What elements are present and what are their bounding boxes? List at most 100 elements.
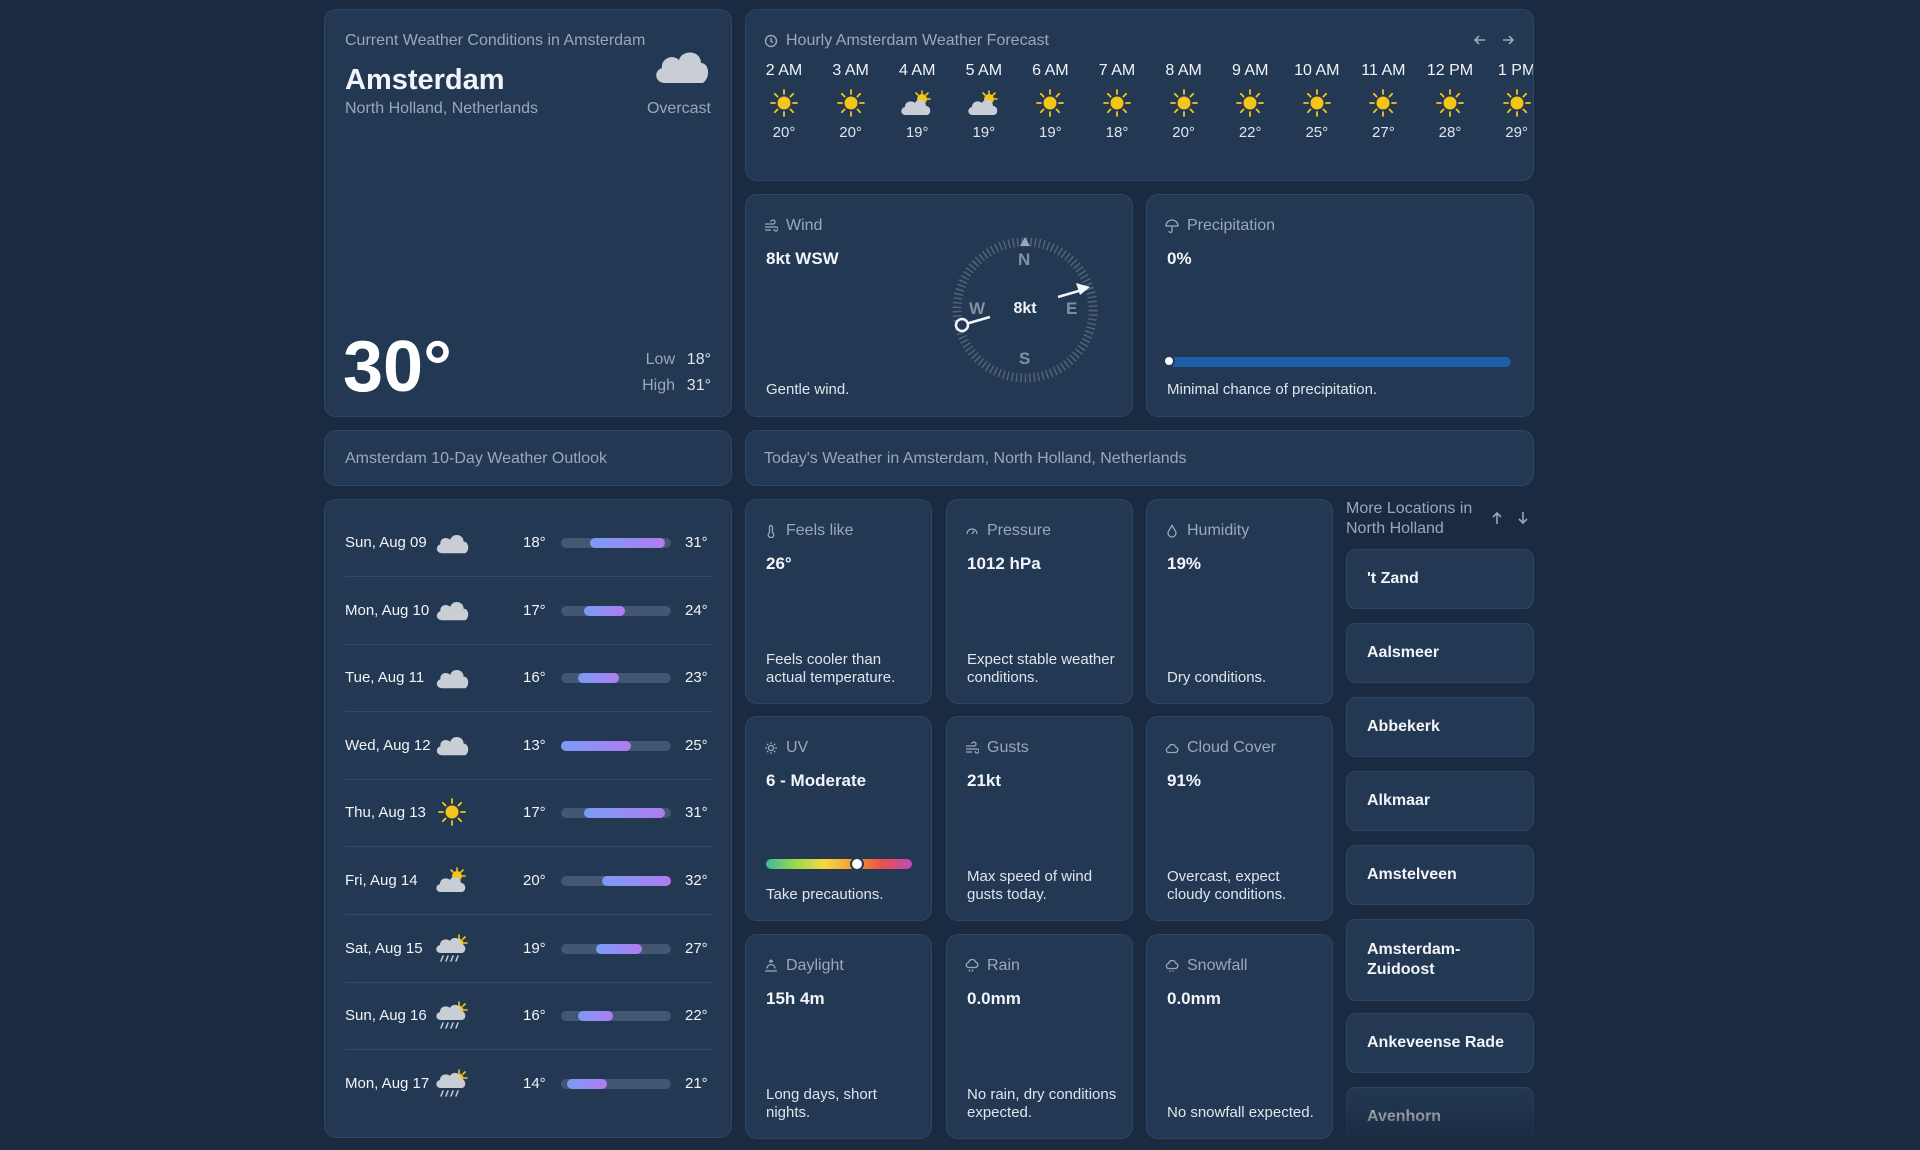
hour-temp: 19° (1039, 124, 1062, 141)
location-name: Alkmaar (1367, 792, 1431, 809)
hour-temp: 20° (1172, 124, 1195, 141)
daily-row[interactable]: Thu, Aug 13 17° 31° (345, 780, 713, 848)
snow-cloud-icon (1165, 959, 1179, 972)
hour-column: 4 AM 19° (887, 62, 947, 162)
daily-row[interactable]: Mon, Aug 10 17° 24° (345, 578, 713, 645)
hour-temp: 19° (905, 124, 929, 141)
location-item[interactable]: Amsterdam-Zuidoost (1346, 919, 1534, 1001)
tile-value: 1012 hPa (967, 554, 1041, 573)
temp-range-fill (584, 808, 666, 819)
location-name: Ankeveense Rade (1367, 1034, 1504, 1051)
wind-label: Wind (786, 217, 823, 234)
current-heading: Current Weather Conditions in Amsterdam (345, 32, 646, 49)
outlook-title: Amsterdam 10-Day Weather Outlook (345, 450, 608, 467)
high-value: 31° (686, 377, 711, 394)
location-item[interactable]: Amstelveen (1346, 845, 1534, 905)
locations-title: More Locations in North Holland (1346, 500, 1473, 537)
hour-time: 7 AM (1098, 62, 1136, 79)
locations-up-button[interactable] (1488, 509, 1506, 527)
tile-header: Feels like (764, 522, 854, 540)
daily-high: 32° (685, 872, 708, 889)
hour-temp: 22° (1238, 124, 1262, 141)
daily-icon (433, 999, 471, 1031)
hour-icon (821, 86, 881, 120)
partly-cloudy-icon (968, 90, 998, 115)
hour-column: 3 AM 20° (821, 62, 881, 162)
hour-temp: 25° (1305, 124, 1329, 141)
daily-row[interactable]: Mon, Aug 17 14° 21° (345, 1051, 713, 1118)
hour-icon (1020, 86, 1080, 120)
sun-icon (1036, 89, 1065, 117)
temp-range-bar (561, 1078, 671, 1089)
daily-icon (433, 594, 471, 626)
temp-range-fill (589, 538, 666, 548)
precip-bar (1163, 355, 1511, 367)
hour-temp: 27° (1372, 124, 1395, 141)
daily-icon (433, 1067, 471, 1099)
daily-row[interactable]: Sun, Aug 09 18° 31° (345, 510, 713, 577)
hour-icon (887, 86, 947, 120)
temp-range-fill (595, 943, 642, 954)
daily-icon (433, 864, 471, 896)
wind-compass: N S E W 8kt (952, 237, 1098, 383)
temp-range-fill (601, 876, 671, 886)
precip-desc: Minimal chance of precipitation. (1167, 381, 1378, 398)
clock-icon (764, 34, 778, 48)
location-item[interactable]: Ankeveense Rade (1346, 1013, 1534, 1073)
tile-desc: Overcast, expect cloudy conditions. (1167, 868, 1287, 903)
daily-low: 20° (523, 872, 546, 889)
hour-time: 6 AM (1032, 62, 1069, 79)
tile-desc: Feels cooler than actual temperature. (766, 651, 896, 686)
locations-down-button[interactable] (1514, 509, 1532, 527)
tile-label: Feels like (786, 522, 854, 539)
location-name: 't Zand (1367, 570, 1419, 587)
daily-row[interactable]: Fri, Aug 14 20° 32° (345, 848, 713, 915)
tile-header: Gusts (965, 739, 1029, 757)
location-name: Amstelveen (1367, 866, 1457, 883)
location-item[interactable]: Alkmaar (1346, 771, 1534, 831)
tile-rain: Rain 0.0mm No rain, dry conditions expec… (946, 934, 1133, 1139)
hour-column: 12 PM 28° (1420, 62, 1480, 162)
tile-gusts: Gusts 21kt Max speed of wind gusts today… (946, 716, 1133, 921)
location-item[interactable]: Abbekerk (1346, 697, 1534, 757)
hour-column: 8 AM 20° (1154, 62, 1214, 162)
region-name: North Holland, Netherlands (345, 100, 538, 117)
hourly-next-button[interactable] (1498, 30, 1518, 50)
wind-card: Wind 8kt WSW Gentle wind. N S E W 8kt (745, 194, 1133, 417)
daily-row[interactable]: Wed, Aug 12 13° 25° (345, 713, 713, 780)
hour-time: 1 PM (1497, 62, 1534, 79)
daily-high: 23° (685, 669, 708, 687)
hour-time: 4 AM (898, 62, 936, 79)
daily-high: 22° (685, 1007, 708, 1025)
daily-date: Tue, Aug 11 (345, 669, 425, 687)
hourly-prev-button[interactable] (1470, 30, 1490, 50)
location-item[interactable]: 't Zand (1346, 549, 1534, 609)
daily-row[interactable]: Sat, Aug 15 19° 27° (345, 916, 713, 983)
wind-desc: Gentle wind. (766, 381, 850, 398)
hour-time: 5 AM (965, 62, 1003, 79)
daily-icon (433, 526, 471, 558)
daily-low: 13° (523, 736, 546, 754)
tile-desc: Max speed of wind gusts today. (967, 868, 1093, 903)
hour-column: 2 AM 20° (754, 62, 814, 162)
temp-range-bar (561, 538, 671, 548)
tile-desc: No snowfall expected. (1167, 1104, 1314, 1121)
tile-header: UV (764, 739, 808, 757)
cloud-icon (436, 602, 469, 621)
current-conditions-card: Current Weather Conditions in Amsterdam … (324, 9, 732, 417)
daily-row[interactable]: Tue, Aug 11 16° 23° (345, 645, 713, 713)
temp-range-fill (584, 605, 625, 616)
hour-column: 5 AM 19° (954, 62, 1014, 162)
tile-label: Snowfall (1187, 957, 1248, 974)
tile-desc: Long days, short nights. (766, 1086, 877, 1121)
temp-range-fill (578, 673, 619, 684)
low-label: Low (645, 351, 675, 368)
hour-time: 3 AM (832, 62, 869, 79)
location-item[interactable]: Aalsmeer (1346, 623, 1534, 683)
sun-shower-icon (436, 933, 468, 962)
wind-icon (966, 741, 979, 754)
hour-icon (754, 86, 814, 120)
daily-row[interactable]: Sun, Aug 16 16° 22° (345, 983, 713, 1051)
hour-temp: 19° (972, 124, 996, 141)
sun-outline-icon (765, 742, 777, 754)
